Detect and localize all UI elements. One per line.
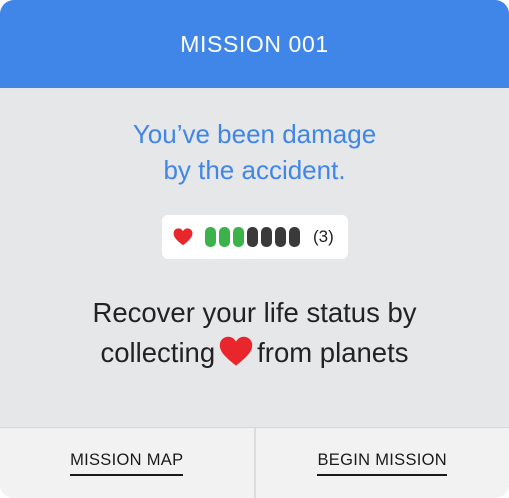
life-segment-filled	[233, 227, 244, 247]
instruction-planets-text: from planets	[257, 337, 409, 368]
heart-icon	[219, 336, 253, 378]
life-segment-empty	[247, 227, 258, 247]
mission-card: MISSION 001 You’ve been damage by the ac…	[0, 0, 509, 498]
life-segment-filled	[219, 227, 230, 247]
mission-title: MISSION 001	[180, 30, 329, 57]
begin-mission-label: BEGIN MISSION	[317, 451, 447, 476]
instruction-line-2: collecting from planets	[20, 333, 489, 378]
begin-mission-button[interactable]: BEGIN MISSION	[253, 428, 509, 498]
mission-header: MISSION 001	[0, 0, 509, 88]
life-segment-filled	[205, 227, 216, 247]
life-count: (3)	[313, 227, 334, 246]
life-segment-empty	[275, 227, 286, 247]
mission-footer: MISSION MAP BEGIN MISSION	[0, 427, 509, 498]
mission-map-label: MISSION MAP	[70, 451, 184, 476]
damage-message: You’ve been damage by the accident.	[40, 116, 469, 188]
instruction-line-1: Recover your life status by	[92, 297, 417, 328]
recover-instruction: Recover your life status by collecting fr…	[20, 293, 489, 378]
mission-map-button[interactable]: MISSION MAP	[0, 428, 254, 498]
damage-message-line-1: You’ve been damage	[132, 119, 377, 149]
life-segment-empty	[289, 227, 300, 247]
heart-icon	[173, 228, 193, 246]
damage-message-line-2: by the accident.	[163, 155, 346, 185]
mission-body: You’ve been damage by the accident. (3) …	[0, 88, 509, 428]
instruction-collecting-text: collecting	[100, 337, 216, 368]
life-status-indicator: (3)	[162, 215, 348, 259]
life-bar	[205, 227, 300, 247]
life-segment-empty	[261, 227, 272, 247]
